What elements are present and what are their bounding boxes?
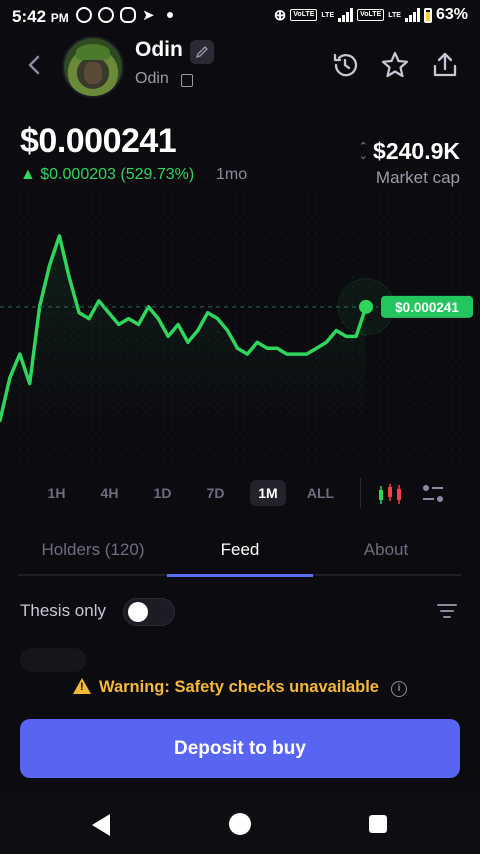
current-price-tag-text: $0.000241 (395, 300, 459, 315)
tab-feed[interactable]: Feed (165, 540, 315, 560)
thesis-only-toggle[interactable] (123, 598, 175, 626)
telegram-icon: ➤ (142, 7, 155, 24)
range-1h[interactable]: 1H (30, 485, 83, 501)
info-icon[interactable]: i (390, 681, 407, 697)
volte-badge-1: VoLTE (290, 9, 318, 21)
market-cap-value[interactable]: $240.9K (373, 138, 460, 165)
share-icon (433, 52, 457, 77)
battery-icon (423, 7, 432, 23)
pencil-icon (195, 46, 208, 59)
price-change: ▲ $0.000203 (529.73%) (20, 166, 195, 183)
nav-home-icon[interactable] (229, 813, 251, 835)
share-button[interactable] (430, 50, 460, 80)
sort-arrows-icon[interactable]: ⌃ ⌄ (359, 142, 368, 162)
status-time: 5:42 PM (12, 7, 69, 26)
deposit-to-buy-button[interactable]: Deposit to buy (20, 719, 460, 778)
current-price: $0.000241 (20, 122, 177, 160)
tab-about[interactable]: About (311, 540, 461, 560)
change-period: 1mo (216, 166, 248, 183)
active-tab-indicator (167, 574, 313, 577)
back-button[interactable] (22, 50, 46, 80)
favorite-button[interactable] (380, 50, 410, 80)
signal-icon-2 (404, 8, 420, 22)
chevron-left-icon (28, 55, 40, 75)
market-cap-label: Market cap (375, 168, 460, 187)
sliders-icon (423, 485, 443, 502)
range-4h[interactable]: 4H (83, 485, 136, 501)
filter-button[interactable] (437, 603, 457, 619)
token-ticker: Odin (135, 70, 169, 87)
range-divider (360, 478, 361, 508)
range-all[interactable]: ALL (294, 485, 347, 501)
star-icon (381, 51, 409, 78)
token-name: Odin (135, 38, 183, 61)
whatsapp-business-icon (98, 7, 114, 23)
token-avatar (62, 36, 124, 98)
whatsapp-icon (76, 7, 92, 23)
candlestick-icon (379, 484, 401, 504)
filter-icon (437, 604, 457, 618)
chart-settings-button[interactable] (421, 482, 445, 511)
history-button[interactable] (330, 50, 360, 80)
history-icon (333, 53, 358, 77)
system-status: ⊕ VoLTE LTE VoLTE LTE 63% (273, 6, 468, 24)
range-1d[interactable]: 1D (136, 485, 189, 501)
warning-icon: ! (73, 678, 91, 694)
edit-button[interactable] (190, 40, 214, 64)
candlestick-button[interactable] (376, 482, 404, 511)
time-range-selector: 1H 4H 1D 7D 1M ALL (30, 480, 347, 506)
volte-badge-2: VoLTE (357, 9, 385, 21)
notification-icons: ➤ (76, 6, 173, 24)
copy-icon[interactable] (181, 74, 193, 87)
toggle-knob (128, 602, 148, 622)
current-price-dot (359, 299, 373, 314)
warning-text: Warning: Safety checks unavailable (99, 678, 379, 696)
nav-back-icon[interactable] (92, 814, 110, 836)
price-chart[interactable]: $0.000241 (0, 195, 480, 460)
nav-recents-icon[interactable] (369, 815, 387, 833)
more-notifications-icon (166, 12, 173, 18)
battery-percent: 63% (435, 6, 468, 23)
range-1m[interactable]: 1M (250, 480, 286, 506)
feed-item-placeholder (20, 648, 86, 672)
chat-icon (120, 7, 136, 23)
tab-holders[interactable]: Holders (120) (18, 540, 168, 560)
signal-icon (338, 8, 354, 22)
safety-warning: ! Warning: Safety checks unavailable i (0, 678, 480, 697)
range-7d[interactable]: 7D (189, 485, 242, 501)
hotspot-icon: ⊕ (273, 7, 287, 24)
thesis-only-label: Thesis only (20, 601, 106, 620)
